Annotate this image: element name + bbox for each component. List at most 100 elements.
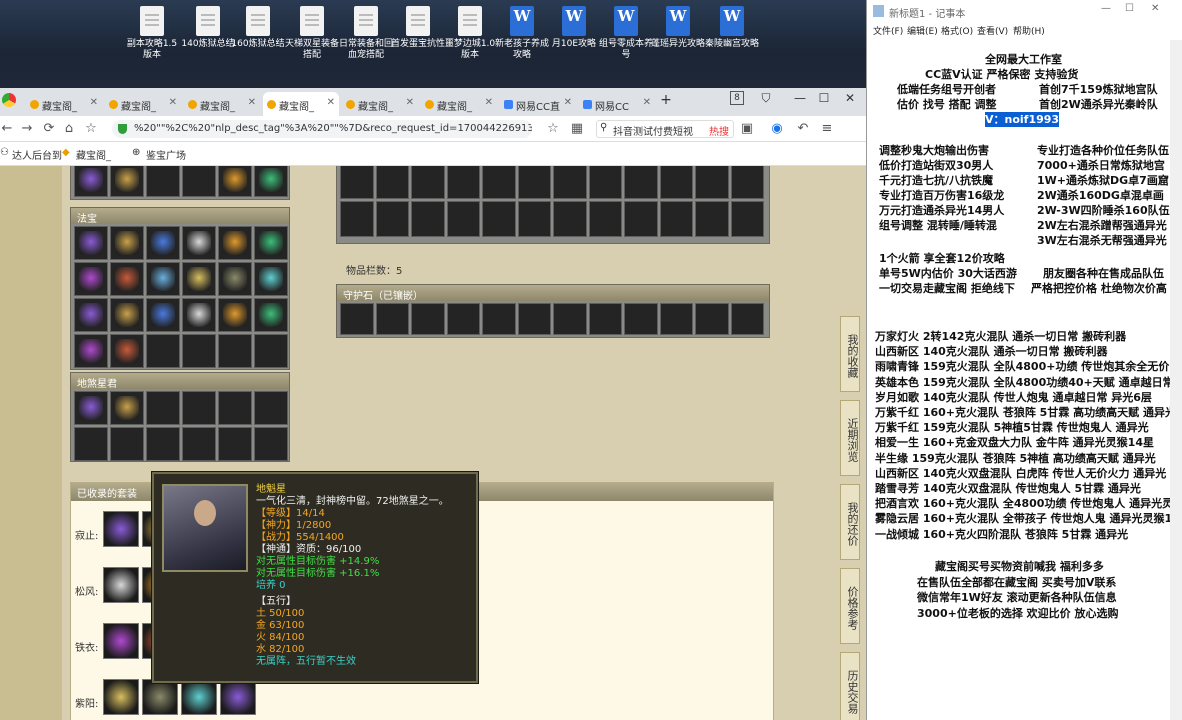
fabao-slot[interactable] bbox=[110, 262, 144, 296]
profile-icon[interactable]: ◉ bbox=[770, 121, 784, 136]
fabao-slot[interactable] bbox=[74, 298, 108, 332]
fabao-slot[interactable] bbox=[182, 298, 216, 332]
dishagui-slot[interactable] bbox=[110, 427, 144, 461]
side-tab[interactable]: 我的还价 bbox=[840, 484, 860, 560]
browser-tab[interactable]: 网易CC ✕ bbox=[579, 92, 655, 116]
inventory-slot[interactable] bbox=[482, 166, 516, 199]
tab-count-badge[interactable]: 8 bbox=[730, 91, 744, 105]
guardian-slot[interactable] bbox=[411, 303, 445, 335]
browser-logo-icon[interactable] bbox=[2, 93, 16, 107]
notepad-menu-item[interactable]: 文件(F) bbox=[873, 24, 903, 37]
fabao-slot[interactable] bbox=[74, 226, 108, 260]
notepad-close-icon[interactable]: ✕ bbox=[1151, 3, 1159, 14]
fabao-slot[interactable] bbox=[254, 226, 288, 260]
fabao-slot[interactable] bbox=[110, 226, 144, 260]
fabao-slot[interactable] bbox=[254, 262, 288, 296]
inventory-slot[interactable] bbox=[482, 201, 516, 237]
side-tab[interactable]: 历史交易 bbox=[840, 652, 860, 720]
desktop-icon[interactable]: 秦陵幽宫攻略 bbox=[704, 6, 760, 50]
inventory-slot[interactable] bbox=[659, 201, 693, 237]
notepad-menu-item[interactable]: 查看(V) bbox=[977, 24, 1008, 37]
notepad-text-area[interactable]: 全网最大工作室 CC蓝V认证 严格保密 支持验货 低端任务组号开创者 首创7千159炼… bbox=[867, 40, 1182, 720]
fabao-slot[interactable] bbox=[182, 226, 216, 260]
inventory-slot[interactable] bbox=[553, 166, 587, 199]
fabao-slot[interactable] bbox=[110, 334, 144, 368]
dishagui-slot[interactable] bbox=[182, 391, 216, 425]
bookmark-1[interactable]: 达人后台到 bbox=[12, 147, 62, 162]
close-icon[interactable]: ✕ bbox=[840, 91, 860, 105]
dishagui-slot[interactable] bbox=[110, 391, 144, 425]
menu-icon[interactable]: ≡ bbox=[820, 121, 834, 136]
tab-close-icon[interactable]: ✕ bbox=[248, 97, 256, 108]
inventory-slot[interactable] bbox=[411, 201, 445, 237]
fabao-slot[interactable] bbox=[182, 334, 216, 368]
desktop-icon[interactable]: 组号零成本养号 bbox=[598, 6, 654, 61]
equipment-slot[interactable] bbox=[146, 166, 180, 197]
fabao-slot[interactable] bbox=[74, 334, 108, 368]
notepad-scrollbar[interactable] bbox=[1170, 40, 1182, 720]
browser-tab[interactable]: 藏宝阁_ ✕ bbox=[263, 92, 339, 116]
guardian-slot[interactable] bbox=[695, 303, 729, 335]
fabao-slot[interactable] bbox=[218, 298, 252, 332]
desktop-icon[interactable]: 蓬瑶异光攻略 bbox=[650, 6, 706, 50]
browser-tab[interactable]: 网易CC直 ✕ bbox=[500, 92, 576, 116]
tab-close-icon[interactable]: ✕ bbox=[90, 97, 98, 108]
maximize-icon[interactable]: ☐ bbox=[814, 91, 834, 105]
suit-item-icon[interactable] bbox=[103, 567, 139, 603]
bookmark-2[interactable]: 藏宝阁_ bbox=[76, 147, 111, 162]
desktop-icon[interactable]: 副本攻略1.5版本 bbox=[124, 6, 180, 61]
browser-tab[interactable]: 藏宝阁_ ✕ bbox=[184, 92, 260, 116]
browser-tab[interactable]: 藏宝阁_ ✕ bbox=[105, 92, 181, 116]
fabao-slot[interactable] bbox=[218, 226, 252, 260]
dishagui-slot[interactable] bbox=[218, 427, 252, 461]
dishagui-slot[interactable] bbox=[218, 391, 252, 425]
inventory-slot[interactable] bbox=[553, 201, 587, 237]
guardian-slot[interactable] bbox=[340, 303, 374, 335]
inventory-slot[interactable] bbox=[446, 201, 480, 237]
suit-item-icon[interactable] bbox=[103, 623, 139, 659]
inventory-slot[interactable] bbox=[588, 166, 622, 199]
side-tab[interactable]: 价格参考 bbox=[840, 568, 860, 644]
desktop-icon[interactable]: 160炼狱总结 bbox=[230, 6, 286, 50]
browser-tab[interactable]: 藏宝阁_ ✕ bbox=[342, 92, 418, 116]
notepad-menu-item[interactable]: 帮助(H) bbox=[1013, 24, 1045, 37]
inventory-slot[interactable] bbox=[375, 201, 409, 237]
dishagui-slot[interactable] bbox=[146, 391, 180, 425]
search-field[interactable]: ⚲ 抖音测试付费短视 热搜 bbox=[596, 120, 734, 138]
fabao-slot[interactable] bbox=[254, 334, 288, 368]
fabao-slot[interactable] bbox=[146, 226, 180, 260]
dishagui-slot[interactable] bbox=[146, 427, 180, 461]
desktop-icon[interactable]: 噩梦边城1.0版本 bbox=[442, 6, 498, 61]
suit-item-icon[interactable] bbox=[103, 511, 139, 547]
inventory-slot[interactable] bbox=[411, 166, 445, 199]
browser-tab[interactable]: 藏宝阁_ ✕ bbox=[26, 92, 102, 116]
side-tab[interactable]: 近期浏览 bbox=[840, 400, 860, 476]
guardian-slot[interactable] bbox=[659, 303, 693, 335]
tab-close-icon[interactable]: ✕ bbox=[406, 97, 414, 108]
desktop-icon[interactable]: 新老孩子养成攻略 bbox=[494, 6, 550, 61]
home-icon[interactable]: ⌂ bbox=[62, 121, 76, 136]
inventory-slot[interactable] bbox=[730, 166, 764, 199]
desktop-icon[interactable]: 日常装备和回血宠搭配 bbox=[338, 6, 394, 61]
guardian-slot[interactable] bbox=[588, 303, 622, 335]
inventory-slot[interactable] bbox=[624, 201, 658, 237]
guardian-slot[interactable] bbox=[624, 303, 658, 335]
dishagui-slot[interactable] bbox=[74, 427, 108, 461]
inventory-slot[interactable] bbox=[659, 166, 693, 199]
fabao-slot[interactable] bbox=[218, 334, 252, 368]
inventory-slot[interactable] bbox=[588, 201, 622, 237]
guardian-slot[interactable] bbox=[553, 303, 587, 335]
favorite-icon[interactable]: ☆ bbox=[546, 121, 560, 136]
inventory-slot[interactable] bbox=[517, 166, 551, 199]
equipment-slot[interactable] bbox=[110, 166, 144, 197]
desktop-icon[interactable]: 140炼狱总结 bbox=[180, 6, 236, 50]
notepad-menu-item[interactable]: 格式(O) bbox=[941, 24, 973, 37]
reload-icon[interactable]: ⟳ bbox=[42, 121, 56, 136]
equipment-slot[interactable] bbox=[218, 166, 252, 197]
notepad-minimize-icon[interactable]: — bbox=[1101, 3, 1111, 14]
back-icon[interactable]: ← bbox=[0, 121, 14, 136]
fabao-slot[interactable] bbox=[146, 298, 180, 332]
guardian-slot[interactable] bbox=[482, 303, 516, 335]
inventory-slot[interactable] bbox=[624, 166, 658, 199]
tab-close-icon[interactable]: ✕ bbox=[564, 97, 572, 108]
